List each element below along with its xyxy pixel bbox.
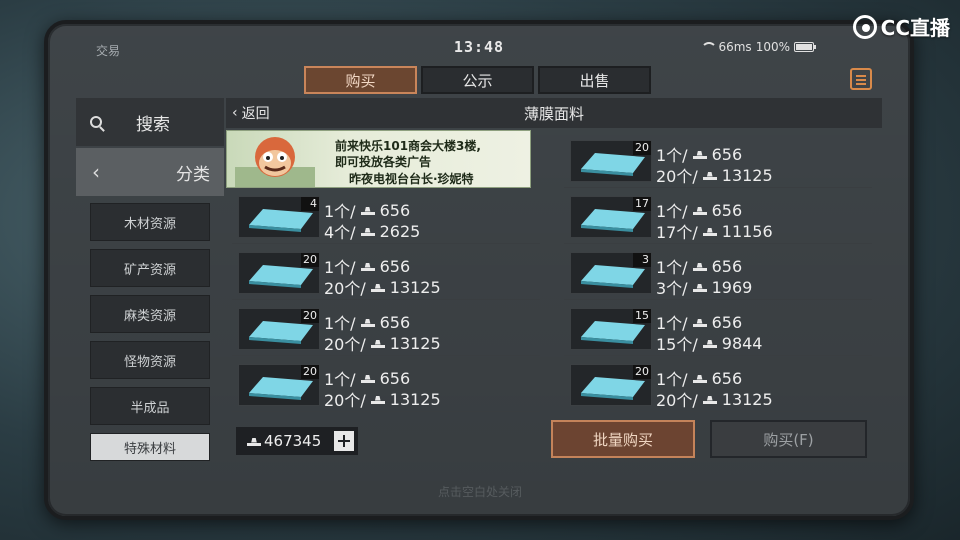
currency-icon (702, 339, 717, 348)
currency-icon (692, 262, 707, 271)
currency-icon (360, 206, 375, 215)
quantity-badge: 20 (301, 365, 319, 379)
chevron-left-icon: ‹ (232, 105, 238, 121)
listing-item[interactable]: 4 1个/656 4个/2625 (232, 192, 540, 244)
cc-logo-icon (852, 14, 877, 39)
fabric-item-icon: 20 (238, 308, 320, 350)
search-icon (90, 116, 102, 128)
list-header: 薄膜面料 ‹ 返回 (226, 98, 882, 128)
record-list-icon[interactable] (850, 68, 872, 90)
tab-announcement[interactable]: 公示 (421, 66, 534, 94)
balance-value: 467345 (264, 432, 322, 450)
add-currency-button[interactable] (334, 431, 354, 451)
quantity-badge: 20 (633, 141, 651, 155)
cc-watermark: CC直播 (852, 12, 950, 41)
currency-icon (692, 318, 707, 327)
currency-icon (360, 262, 375, 271)
status-indicators: 66ms 100% (700, 40, 816, 54)
total-price-line: 20个/13125 (656, 389, 773, 411)
ad-text-line3: 昨夜电视台台长·珍妮特 (349, 172, 474, 186)
currency-icon (702, 395, 717, 404)
total-price-line: 15个/9844 (656, 333, 763, 355)
quantity-badge: 20 (301, 253, 319, 267)
battery-icon (794, 42, 816, 52)
chevron-left-icon: ‹ (92, 160, 100, 184)
tab-sell[interactable]: 出售 (538, 66, 651, 94)
wifi-icon (700, 42, 718, 52)
total-price-line: 4个/2625 (324, 221, 421, 243)
currency-icon (360, 318, 375, 327)
category-special-material[interactable]: 特殊材料 (90, 433, 210, 461)
currency-icon (370, 339, 385, 348)
currency-icon (692, 150, 707, 159)
ad-text-line2: 即可投放各类广告 (335, 155, 432, 169)
tab-buy[interactable]: 购买 (304, 66, 417, 94)
ad-banner[interactable]: 前来快乐101商会大楼3楼, 即可投放各类广告 昨夜电视台台长·珍妮特 (226, 130, 531, 188)
currency-icon (370, 283, 385, 292)
bulk-buy-button[interactable]: 批量购买 (551, 420, 695, 458)
currency-balance: 467345 (236, 427, 358, 455)
search-label: 搜索 (136, 114, 170, 135)
category-label: 分类 (176, 164, 210, 185)
fabric-item-icon: 15 (570, 308, 652, 350)
listing-item[interactable]: 3 1个/656 3个/1969 (564, 248, 872, 300)
listing-item[interactable]: 17 1个/656 17个/11156 (564, 192, 872, 244)
fabric-item-icon: 4 (238, 196, 320, 238)
currency-icon (360, 374, 375, 383)
quantity-badge: 15 (633, 309, 651, 323)
currency-icon (692, 206, 707, 215)
total-price-line: 20个/13125 (324, 277, 441, 299)
top-tabs: 购买 公示 出售 (304, 66, 651, 94)
total-price-line: 20个/13125 (324, 389, 441, 411)
currency-icon (247, 437, 261, 446)
listing-item[interactable]: 20 1个/656 20个/13125 (564, 136, 872, 188)
total-price-line: 20个/13125 (324, 333, 441, 355)
ad-text-line1: 前来快乐101商会大楼3楼, (335, 139, 481, 153)
currency-icon (692, 374, 707, 383)
listing-item[interactable]: 20 1个/656 20个/13125 (232, 248, 540, 300)
listing-item[interactable]: 15 1个/656 15个/9844 (564, 304, 872, 356)
network-latency: 66ms (718, 40, 752, 54)
fabric-item-icon: 20 (570, 364, 652, 406)
quantity-badge: 3 (633, 253, 651, 267)
currency-icon (702, 171, 717, 180)
fabric-item-icon: 20 (238, 252, 320, 294)
quantity-badge: 20 (633, 365, 651, 379)
quantity-badge: 17 (633, 197, 651, 211)
list-title: 薄膜面料 (523, 105, 584, 123)
fabric-item-icon: 17 (570, 196, 652, 238)
total-price-line: 3个/1969 (656, 277, 753, 299)
currency-icon (692, 283, 707, 292)
category-mineral[interactable]: 矿产资源 (90, 249, 210, 287)
total-price-line: 20个/13125 (656, 165, 773, 187)
back-label: 返回 (241, 106, 270, 122)
buy-button[interactable]: 购买(F) (710, 420, 867, 458)
category-button[interactable]: ‹ 分类 (76, 148, 224, 196)
category-semi-finished[interactable]: 半成品 (90, 387, 210, 425)
category-hemp[interactable]: 麻类资源 (90, 295, 210, 333)
mascot-image (235, 137, 315, 187)
fabric-item-icon: 3 (570, 252, 652, 294)
battery-level: 100% (755, 40, 790, 54)
listing-item[interactable]: 20 1个/656 20个/13125 (232, 360, 540, 412)
close-hint: 点击空白处关闭 (437, 485, 522, 499)
cc-watermark-text: CC直播 (880, 16, 950, 40)
category-wood[interactable]: 木材资源 (90, 203, 210, 241)
currency-icon (702, 227, 717, 236)
back-button[interactable]: ‹ 返回 (232, 103, 270, 123)
fabric-item-icon: 20 (238, 364, 320, 406)
total-price-line: 17个/11156 (656, 221, 773, 243)
listing-item[interactable]: 20 1个/656 20个/13125 (564, 360, 872, 412)
search-button[interactable]: 搜索 (76, 98, 224, 146)
category-monster[interactable]: 怪物资源 (90, 341, 210, 379)
quantity-badge: 20 (301, 309, 319, 323)
quantity-badge: 4 (301, 197, 319, 211)
listing-item[interactable]: 20 1个/656 20个/13125 (232, 304, 540, 356)
currency-icon (370, 395, 385, 404)
fabric-item-icon: 20 (570, 140, 652, 182)
currency-icon (360, 227, 375, 236)
